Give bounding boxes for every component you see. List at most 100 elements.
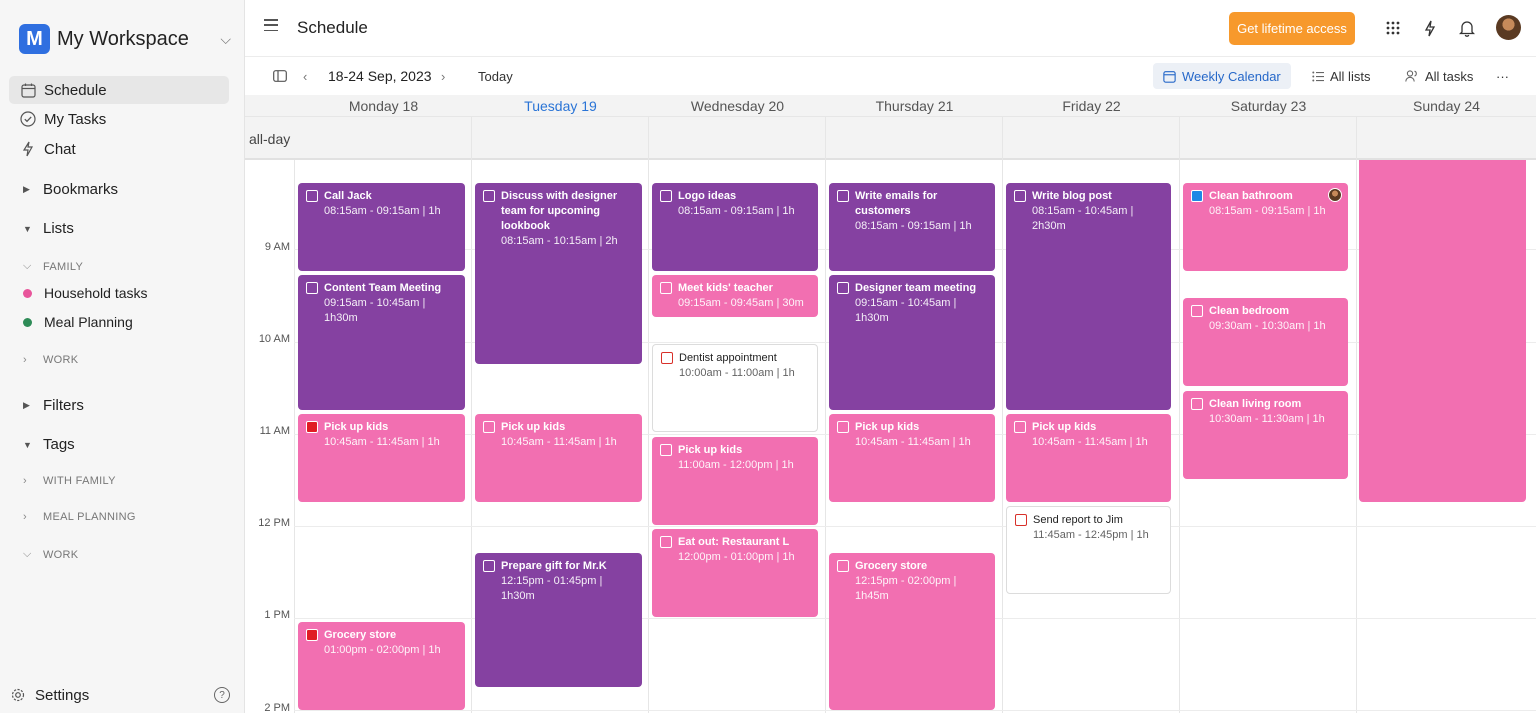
event-card[interactable]: Eat out: Restaurant L 12:00pm - 01:00pm … [652,529,818,617]
task-checkbox[interactable] [1191,398,1203,410]
event-card[interactable]: Logo ideas 08:15am - 09:15am | 1h [652,183,818,271]
event-card[interactable]: Pick up kids 10:45am - 11:45am | 1h [829,414,995,502]
event-card[interactable]: Write blog post 08:15am - 10:45am | 2h30… [1006,183,1171,410]
event-card[interactable]: Grocery store 12:15pm - 02:00pm | 1h45m [829,553,995,710]
event-card[interactable]: Pick up kids 10:45am - 11:45am | 1h [1006,414,1171,502]
sidebar-toggle-icon[interactable] [273,65,287,87]
event-card[interactable]: Dentist appointment 10:00am - 11:00am | … [652,344,818,432]
all-lists-button[interactable]: All lists [1302,63,1380,89]
task-checkbox[interactable] [660,536,672,548]
task-checkbox[interactable] [1014,190,1026,202]
event-card[interactable]: Pick up kids 10:45am - 11:45am | 1h [298,414,465,502]
more-options-icon[interactable]: ··· [1486,63,1519,89]
day-header-today[interactable]: Tuesday 19 [472,95,649,117]
event-time: 12:15pm - 02:00pm | 1h45m [855,575,957,602]
settings-button[interactable]: Settings ? [10,683,230,707]
event-title: Discuss with designer team for upcoming … [501,190,618,232]
day-header[interactable]: Thursday 21 [826,95,1003,117]
grid-line [1179,117,1180,713]
sidebar-item-chat[interactable]: Chat [9,135,229,163]
workspace-switcher[interactable]: M My Workspace ⌵ [19,24,231,54]
task-checkbox[interactable] [306,421,318,433]
event-card[interactable]: Clean living room 10:30am - 11:30am | 1h [1183,391,1348,479]
bolt-icon[interactable] [1420,18,1440,38]
menu-icon[interactable] [264,19,278,31]
list-group-family[interactable]: ⌵ FAMILY [23,260,83,273]
day-header[interactable]: Friday 22 [1003,95,1180,117]
event-card[interactable]: Call Jack 08:15am - 09:15am | 1h [298,183,465,271]
user-avatar[interactable] [1496,15,1521,40]
day-header[interactable]: Saturday 23 [1180,95,1357,117]
time-label: 1 PM [264,609,290,621]
sidebar-section-tags[interactable]: ▼ Tags [23,436,75,453]
grid-line [1356,117,1357,713]
sidebar-item-my-tasks[interactable]: My Tasks [9,105,229,133]
event-time: 08:15am - 09:15am | 1h [678,205,795,217]
task-checkbox[interactable] [1191,190,1203,202]
task-checkbox[interactable] [660,444,672,456]
tag-group-work[interactable]: ⌵ WORK [23,548,78,561]
group-label: WORK [43,548,79,561]
day-header[interactable]: Sunday 24 [1357,95,1536,117]
task-checkbox[interactable] [306,629,318,641]
sidebar-section-filters[interactable]: ▶ Filters [23,397,84,414]
sidebar-item-schedule[interactable]: Schedule [9,76,229,104]
event-card[interactable]: Content Team Meeting 09:15am - 10:45am |… [298,275,465,410]
event-card[interactable]: Meet kids' teacher 09:15am - 09:45am | 3… [652,275,818,317]
top-header: Schedule Get lifetime access [245,0,1536,57]
group-label: FAMILY [43,260,84,273]
next-week-icon[interactable]: › [441,65,445,87]
all-tasks-button[interactable]: All tasks [1395,63,1483,89]
event-time: 11:45am - 12:45pm | 1h [1033,529,1149,541]
event-title: Pick up kids [324,421,389,433]
event-card[interactable]: Pick up kids 11:00am - 12:00pm | 1h [652,437,818,525]
task-checkbox[interactable] [837,190,849,202]
day-header[interactable]: Monday 18 [295,95,472,117]
task-checkbox[interactable] [837,282,849,294]
task-checkbox[interactable] [483,190,495,202]
event-card[interactable]: Clean bathroom 08:15am - 09:15am | 1h [1183,183,1348,271]
event-card[interactable]: Clean bedroom 09:30am - 10:30am | 1h [1183,298,1348,386]
event-title: Clean bathroom [1209,190,1293,202]
caret-down-icon: ▼ [23,223,32,234]
prev-week-icon[interactable]: ‹ [303,65,307,87]
task-checkbox[interactable] [306,190,318,202]
event-card[interactable]: Write emails for customers 08:15am - 09:… [829,183,995,271]
task-checkbox[interactable] [1191,305,1203,317]
help-icon[interactable]: ? [214,687,230,703]
time-label: 12 PM [258,517,290,529]
task-checkbox[interactable] [306,282,318,294]
today-button[interactable]: Today [478,65,513,87]
task-checkbox[interactable] [661,352,673,364]
tag-group-with-family[interactable]: › WITH FAMILY [23,475,116,487]
event-card[interactable]: Grocery store 01:00pm - 02:00pm | 1h [298,622,465,710]
sidebar-section-lists[interactable]: ▼ Lists [23,220,74,237]
all-day-row[interactable]: all-day [245,117,1536,160]
task-checkbox[interactable] [1014,421,1026,433]
task-checkbox[interactable] [483,560,495,572]
tag-group-meal-planning[interactable]: › MEAL PLANNING [23,511,136,523]
task-checkbox[interactable] [837,560,849,572]
event-card[interactable]: Prepare gift for Mr.K 12:15pm - 01:45pm … [475,553,642,687]
task-checkbox[interactable] [1015,514,1027,526]
list-item-household-tasks[interactable]: Household tasks [23,285,148,301]
event-card[interactable]: Designer team meeting 09:15am - 10:45am … [829,275,995,410]
task-checkbox[interactable] [660,282,672,294]
event-card[interactable]: Discuss with designer team for upcoming … [475,183,642,364]
task-checkbox[interactable] [837,421,849,433]
list-group-work[interactable]: › WORK [23,354,78,366]
event-time: 10:30am - 11:30am | 1h [1209,413,1325,425]
event-card[interactable] [1359,160,1526,502]
apps-grid-icon[interactable] [1383,18,1403,38]
day-header[interactable]: Wednesday 20 [649,95,826,117]
task-checkbox[interactable] [660,190,672,202]
event-card[interactable]: Send report to Jim 11:45am - 12:45pm | 1… [1006,506,1171,594]
list-item-meal-planning[interactable]: Meal Planning [23,314,133,330]
event-card[interactable]: Pick up kids 10:45am - 11:45am | 1h [475,414,642,502]
weekly-calendar-button[interactable]: Weekly Calendar [1153,63,1291,89]
date-range: 18-24 Sep, 2023 [328,68,432,84]
bell-icon[interactable] [1457,18,1477,38]
task-checkbox[interactable] [483,421,495,433]
sidebar-section-bookmarks[interactable]: ▶ Bookmarks [23,181,118,198]
get-lifetime-access-button[interactable]: Get lifetime access [1229,12,1355,45]
